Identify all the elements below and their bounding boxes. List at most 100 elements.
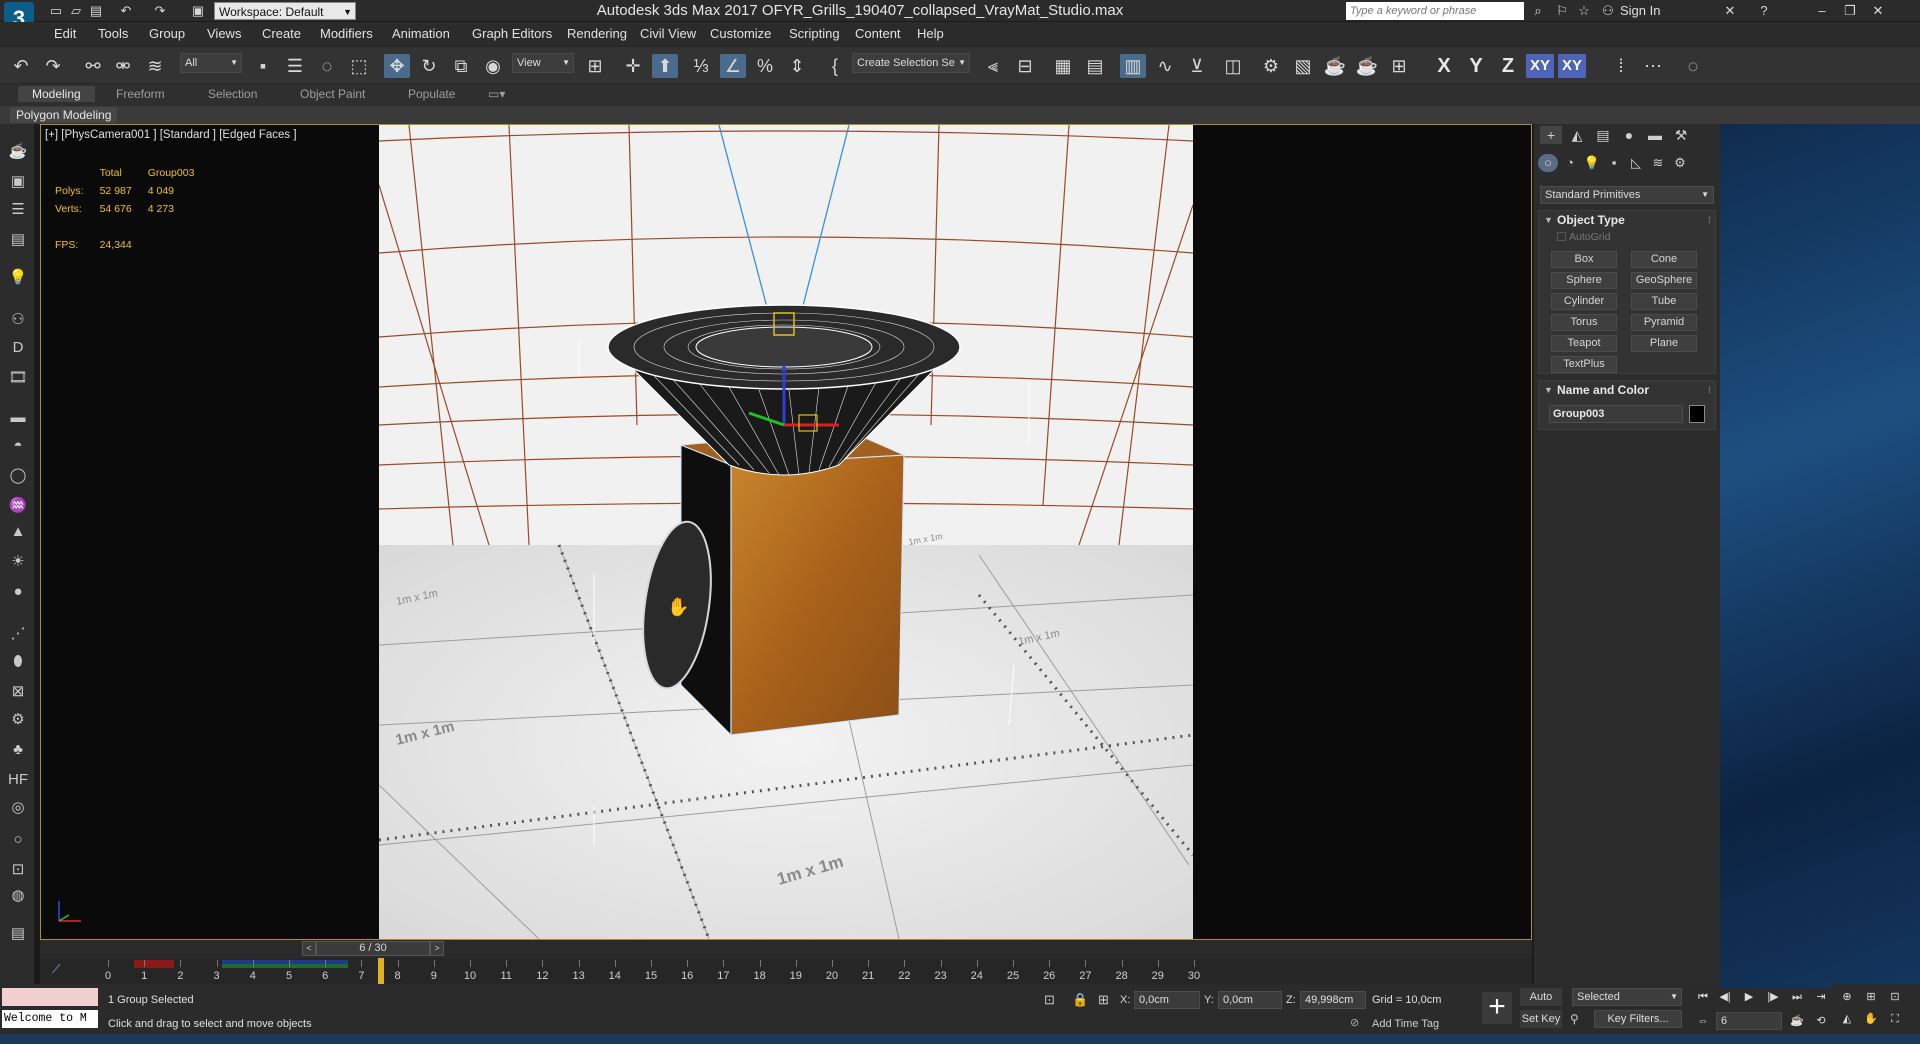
ribbon-tab-modeling[interactable]: Modeling	[18, 86, 95, 102]
select-object-icon[interactable]: ▪	[250, 54, 276, 78]
maximize-viewport-icon[interactable]: ⛶	[1884, 1010, 1906, 1028]
search-input[interactable]: Type a keyword or phrase	[1346, 2, 1524, 20]
time-config-icon[interactable]: ⇔	[1692, 1012, 1714, 1030]
ribbon-tab-populate[interactable]: Populate	[408, 87, 455, 101]
key-mode-toggle-icon[interactable]: ⇥	[1810, 988, 1832, 1006]
layer-explorer-icon[interactable]: ▤	[1082, 54, 1108, 78]
spinner-snap-icon[interactable]: ⇕	[784, 54, 810, 78]
close-icon[interactable]: ✕	[1864, 0, 1892, 22]
material-editor-icon[interactable]: ◫	[1220, 54, 1246, 78]
select-manipulate-icon[interactable]: ✛	[620, 54, 646, 78]
isolate-selection-icon[interactable]: ◌	[1680, 54, 1706, 78]
pyramid-button[interactable]: Pyramid	[1631, 314, 1697, 331]
keyboard-shortcut-override-icon[interactable]: ⬆	[652, 54, 678, 78]
z-coord-input[interactable]: 49,998cm	[1300, 991, 1366, 1009]
helpers-category-icon[interactable]: ◺	[1626, 154, 1646, 172]
systems-category-icon[interactable]: ⚙	[1670, 154, 1690, 172]
pivot-center-icon[interactable]: ⊞	[582, 54, 608, 78]
proxy-icon[interactable]: ⬮	[7, 652, 29, 672]
set-key-button[interactable]: Set Key	[1520, 1010, 1562, 1028]
go-to-start-icon[interactable]: ⏮	[1692, 988, 1714, 1006]
object-color-swatch[interactable]	[1689, 405, 1705, 423]
key-filter-icon[interactable]: ⚲	[1570, 1012, 1579, 1026]
menu-rendering[interactable]: Rendering	[567, 26, 627, 41]
axis-xy-cycle-constraint[interactable]: XY	[1558, 54, 1586, 78]
axis-y-constraint[interactable]: Y	[1462, 54, 1490, 78]
geosphere-button[interactable]: GeoSphere	[1631, 272, 1697, 289]
reference-coordinate-select[interactable]: View ▼	[512, 53, 574, 73]
film-icon[interactable]: 🎞	[7, 368, 29, 388]
hierarchy-tab-icon[interactable]: ▤	[1592, 126, 1614, 144]
lock-icon[interactable]: 🔒	[1072, 992, 1088, 1008]
time-slider[interactable]: < 6 / 30 >	[40, 940, 1532, 958]
ribbon-tab-freeform[interactable]: Freeform	[116, 87, 165, 101]
angle-snap-icon[interactable]: ∠	[720, 54, 746, 78]
fur-icon[interactable]: ⋰	[7, 624, 29, 644]
menu-modifiers[interactable]: Modifiers	[320, 26, 373, 41]
absolute-mode-icon[interactable]: ⊞	[1098, 992, 1109, 1008]
ribbon-tab-object-paint[interactable]: Object Paint	[300, 87, 365, 101]
play-icon[interactable]: ▶	[1738, 988, 1760, 1006]
time-slider-thumb[interactable]: 6 / 30	[316, 941, 430, 956]
next-frame-icon[interactable]: |▶	[1762, 988, 1784, 1006]
track-bar[interactable]: ⟋ 0 1 2 3 4 5 6 7 8 9 10 11 12 13 14 15 16 17 18 19 20 21 22 23…	[40, 958, 1532, 984]
display-tab-icon[interactable]: ▬	[1644, 126, 1666, 144]
maxscript-output[interactable]: Welcome to M	[2, 1010, 98, 1028]
menu-create[interactable]: Create	[262, 26, 301, 41]
help-icon[interactable]: ?	[1756, 3, 1772, 19]
select-scale-icon[interactable]: ⧉	[448, 54, 474, 78]
zoom-icon[interactable]: ⊕	[1836, 988, 1858, 1006]
menu-group[interactable]: Group	[149, 26, 185, 41]
select-place-icon[interactable]: ◉	[480, 54, 506, 78]
teapot-icon[interactable]: ☕	[7, 142, 29, 162]
time-cursor[interactable]	[378, 958, 384, 984]
viewport-camera[interactable]: [+] [PhysCamera001 ] [Standard ] [Edged …	[40, 124, 1532, 940]
render-setup-icon[interactable]: ⚙	[1258, 54, 1284, 78]
name-and-color-header[interactable]: ▼ Name and Color ⁞	[1539, 381, 1715, 399]
gear-icon[interactable]: ⚙	[7, 710, 29, 730]
undo-icon[interactable]: ↶	[8, 54, 34, 78]
rendered-frame-window-icon[interactable]: ▧	[1290, 54, 1316, 78]
redo-icon[interactable]: ↷	[40, 54, 66, 78]
primitive-category-select[interactable]: Standard Primitives ▼	[1540, 186, 1714, 204]
window-crossing-icon[interactable]: ⬚	[346, 54, 372, 78]
d-icon[interactable]: D	[7, 338, 29, 358]
torus-button[interactable]: Torus	[1551, 314, 1617, 331]
redo-quick-icon[interactable]: ↷	[152, 3, 168, 19]
menu-animation[interactable]: Animation	[392, 26, 450, 41]
open-file-icon[interactable]: ▱	[68, 3, 84, 19]
y-coord-input[interactable]: 0,0cm	[1218, 991, 1282, 1009]
folder-icon[interactable]: ▬	[7, 408, 29, 428]
image-icon[interactable]: ▣	[7, 172, 29, 192]
script-icon[interactable]: ▤	[7, 924, 29, 944]
cone-icon[interactable]: ▲	[7, 522, 29, 542]
zoom-all-icon[interactable]: ⊞	[1860, 988, 1882, 1006]
selection-filter-select[interactable]: All ▼	[180, 53, 242, 73]
ribbon-tab-selection[interactable]: Selection	[208, 87, 257, 101]
unlink-icon[interactable]: ⚮	[110, 54, 136, 78]
named-selection-set-select[interactable]: Create Selection Se ▼	[852, 53, 970, 73]
time-slider-next-icon[interactable]: >	[430, 941, 444, 956]
align-icon[interactable]: ⊟	[1012, 54, 1038, 78]
schematic-view-icon[interactable]: ⊻	[1184, 54, 1210, 78]
edit-named-selection-icon[interactable]: {	[822, 54, 848, 78]
sign-in-link[interactable]: Sign In	[1620, 3, 1660, 18]
object-name-input[interactable]: Group003	[1549, 405, 1683, 423]
lights-category-icon[interactable]: 💡	[1582, 154, 1602, 172]
autogrid-checkbox[interactable]: AutoGrid	[1539, 229, 1715, 245]
sun-icon[interactable]: ☀	[7, 552, 29, 572]
sphere-light-icon[interactable]: ◯	[7, 466, 29, 486]
menu-customize[interactable]: Customize	[710, 26, 771, 41]
shell-icon[interactable]: ◎	[7, 798, 29, 818]
tube-button[interactable]: Tube	[1631, 293, 1697, 310]
curve-editor-icon[interactable]: ∿	[1152, 54, 1178, 78]
previous-frame-icon[interactable]: ◀|	[1714, 988, 1736, 1006]
menu-edit[interactable]: Edit	[54, 26, 76, 41]
geometry-category-icon[interactable]: ○	[1538, 154, 1558, 172]
light-icon[interactable]: 💡	[7, 268, 29, 288]
orbit-icon[interactable]: ⟲	[1810, 1012, 1832, 1030]
workspace-select[interactable]: Workspace: Default ▼	[214, 2, 356, 20]
select-rotate-icon[interactable]: ↻	[416, 54, 442, 78]
shapes-category-icon[interactable]: ◔	[1560, 154, 1580, 172]
create-tab-icon[interactable]: +	[1540, 126, 1562, 144]
